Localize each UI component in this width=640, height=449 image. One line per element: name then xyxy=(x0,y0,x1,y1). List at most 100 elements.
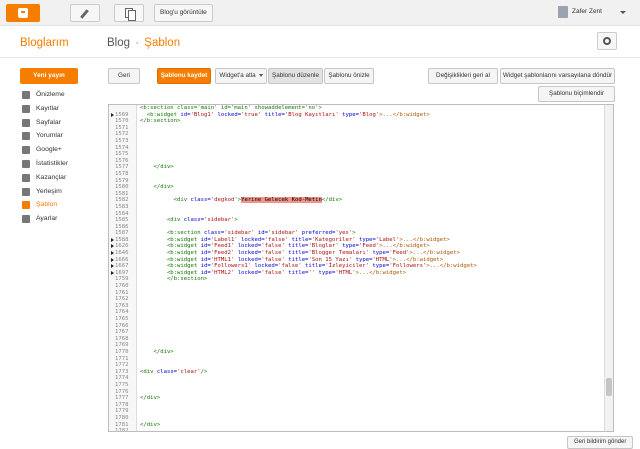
code-token: id= xyxy=(200,256,211,263)
code-line[interactable]: 1581 xyxy=(109,191,605,198)
new-post-button[interactable]: Yeni yayın xyxy=(20,68,78,84)
editor-scrollbar[interactable] xyxy=(604,105,613,431)
sidebar-item[interactable]: Google+ xyxy=(20,143,100,157)
code-token: </b:section> xyxy=(140,276,208,283)
view-blog-button[interactable]: Blog'u görüntüle xyxy=(154,4,213,22)
code-token: <b:widget xyxy=(140,236,201,243)
sidebar-item[interactable]: Yorumlar xyxy=(20,129,100,143)
sidebar-item[interactable]: Şablon xyxy=(20,198,100,212)
fold-arrow-icon[interactable] xyxy=(111,270,114,275)
code-line[interactable]: 1769 xyxy=(109,342,605,349)
code-line[interactable]: 1766 xyxy=(109,323,605,330)
revert-changes-button[interactable]: Değişiklikleri geri al xyxy=(428,68,498,84)
sidebar-item[interactable]: Sayfalar xyxy=(20,116,100,130)
fold-arrow-icon[interactable] xyxy=(111,237,114,242)
edit-template-button[interactable]: Şablonu düzenle xyxy=(268,68,323,84)
code-line[interactable]: 1571 xyxy=(109,125,605,132)
chevron-down-icon xyxy=(258,73,263,77)
code-line[interactable]: 1577 </div> xyxy=(109,164,605,171)
code-line[interactable]: 1574 xyxy=(109,145,605,152)
code-editor[interactable]: <b:section class='main' id='main' showad… xyxy=(108,104,614,432)
code-line[interactable]: 1765 xyxy=(109,316,605,323)
fold-arrow-icon[interactable] xyxy=(111,264,114,269)
code-line[interactable]: 1763 xyxy=(109,303,605,310)
view-posts-icon-button[interactable] xyxy=(114,4,144,22)
breadcrumb-blog[interactable]: Blog xyxy=(107,37,130,49)
sidebar-item[interactable]: Önizleme xyxy=(20,88,100,102)
code-line[interactable]: 1570 </b:section> xyxy=(109,118,605,125)
code-line[interactable]: 1764 xyxy=(109,309,605,316)
code-line[interactable]: 1777 </div> xyxy=(109,395,605,402)
code-line[interactable]: 1576 xyxy=(109,158,605,165)
line-number: 1582 xyxy=(115,197,129,204)
code-line[interactable]: 1575 xyxy=(109,151,605,158)
format-template-button[interactable]: Şablonu biçimlendir xyxy=(538,86,615,102)
blogger-menu-button[interactable] xyxy=(6,4,40,22)
code-line[interactable]: 1782 xyxy=(109,428,605,431)
sidebar-item[interactable]: Kayıtlar xyxy=(20,102,100,116)
code-line[interactable]: 1583 xyxy=(109,204,605,211)
send-feedback-button[interactable]: Geri bildirim gönder xyxy=(567,436,634,449)
new-post-icon-button[interactable] xyxy=(70,4,100,22)
my-blogs-link[interactable]: Bloglarım xyxy=(20,37,69,49)
line-number: 1771 xyxy=(115,355,129,362)
code-line[interactable]: 1585 <div class='sidebar'> xyxy=(109,217,605,224)
code-line[interactable]: 1776 xyxy=(109,389,605,396)
code-line[interactable]: 1667 <b:widget id='Followers1' locked='f… xyxy=(109,263,605,270)
code-line[interactable]: 1582 <div class='degkod'>Yerine Gelecek … xyxy=(109,197,605,204)
code-line[interactable]: 1573 xyxy=(109,138,605,145)
code-line[interactable]: 1762 xyxy=(109,296,605,303)
code-line[interactable]: 1588 <b:widget id='Label1' locked='false… xyxy=(109,237,605,244)
code-token: type= xyxy=(372,250,390,257)
code-line[interactable]: 1760 xyxy=(109,283,605,290)
code-line[interactable]: 1780 xyxy=(109,415,605,422)
fold-arrow-icon[interactable] xyxy=(111,244,114,249)
code-line[interactable]: 1697 <b:widget id='HTML2' locked='false'… xyxy=(109,270,605,277)
save-template-button[interactable]: Şablonu kaydet xyxy=(157,68,211,84)
line-number: 1580 xyxy=(115,184,129,191)
sidebar-item[interactable]: Kazançlar xyxy=(20,171,100,185)
code-line[interactable]: 1580 </div> xyxy=(109,184,605,191)
settings-button[interactable] xyxy=(597,32,617,50)
sidebar-item[interactable]: Yerleşim xyxy=(20,185,100,199)
code-line[interactable]: 1584 xyxy=(109,211,605,218)
back-button[interactable]: Geri xyxy=(108,68,140,84)
code-line[interactable]: 1569 <b:widget id='Blog1' locked='true' … xyxy=(109,112,605,119)
code-line[interactable]: 1767 xyxy=(109,329,605,336)
code-line[interactable]: 1768 xyxy=(109,336,605,343)
code-line[interactable]: <b:section class='main' id='main' showad… xyxy=(109,105,605,112)
code-line[interactable]: 1626 <b:widget id='Feed1' locked='false'… xyxy=(109,243,605,250)
code-token: 'sidebar' xyxy=(204,217,235,224)
code-line[interactable]: 1772 xyxy=(109,362,605,369)
code-token: 'clear' xyxy=(177,368,201,375)
fold-arrow-icon[interactable] xyxy=(111,112,114,117)
code-token: title= xyxy=(305,263,326,270)
reset-widget-templates-button[interactable]: Widget şablonlarını varsayılana döndür xyxy=(500,68,615,84)
fold-arrow-icon[interactable] xyxy=(111,251,114,256)
sidebar-item[interactable]: Ayarlar xyxy=(20,212,100,226)
code-line[interactable]: 1587 <b:section class='sidebar' id='side… xyxy=(109,230,605,237)
code-line[interactable]: 1761 xyxy=(109,290,605,297)
code-token: </div> xyxy=(321,197,343,204)
code-line[interactable]: 1770 </div> xyxy=(109,349,605,356)
line-number: 1666 xyxy=(115,256,129,263)
blogger-logo-icon xyxy=(18,8,28,18)
sidebar-item[interactable]: İstatistikler xyxy=(20,157,100,171)
code-line[interactable]: 1779 xyxy=(109,408,605,415)
code-line[interactable]: 1771 xyxy=(109,356,605,363)
code-line[interactable]: 1578 xyxy=(109,171,605,178)
fold-arrow-icon[interactable] xyxy=(111,257,114,262)
code-line[interactable]: 1646 <b:widget id='Feed2' locked='false'… xyxy=(109,250,605,257)
code-line[interactable]: 1773 <div class='clear'/> xyxy=(109,369,605,376)
widget-jump-dropdown[interactable]: Widget'a atla xyxy=(215,68,267,84)
code-line[interactable]: 1774 xyxy=(109,375,605,382)
code-line[interactable]: 1579 xyxy=(109,178,605,185)
preview-template-button[interactable]: Şablonu önizle xyxy=(324,68,374,84)
code-line[interactable]: 1759 </b:section> xyxy=(109,276,605,283)
code-line[interactable]: 1586 xyxy=(109,224,605,231)
scrollbar-thumb[interactable] xyxy=(606,378,612,396)
code-line[interactable]: 1781 </div> xyxy=(109,422,605,429)
code-line[interactable]: 1775 xyxy=(109,382,605,389)
code-line[interactable]: 1778 xyxy=(109,402,605,409)
code-line[interactable]: 1572 xyxy=(109,131,605,138)
